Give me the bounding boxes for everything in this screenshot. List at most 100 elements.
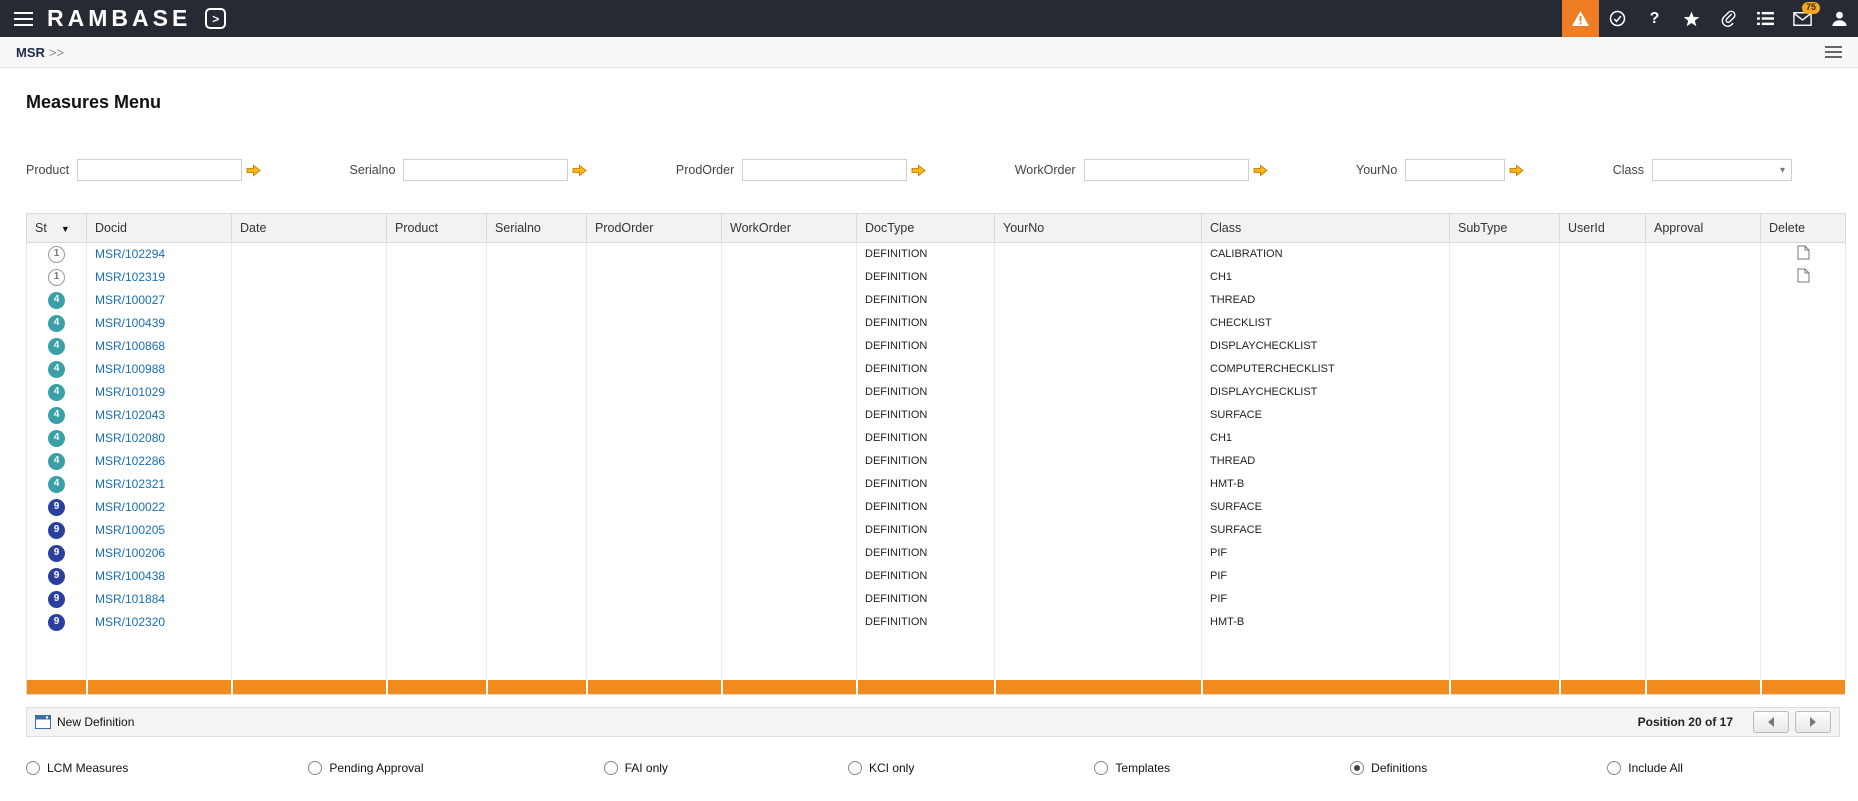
class-select[interactable]: ▾ bbox=[1652, 159, 1792, 181]
cell-date bbox=[232, 358, 387, 381]
col-header-product[interactable]: Product bbox=[387, 214, 487, 243]
cell-userid bbox=[1560, 450, 1646, 473]
filter-class: Class ▾ bbox=[1613, 159, 1792, 181]
next-page-button[interactable] bbox=[1795, 711, 1831, 733]
cell-doctype: DEFINITION bbox=[857, 335, 995, 358]
cell-workorder bbox=[722, 542, 857, 565]
new-window-icon bbox=[35, 715, 51, 729]
attachments-button[interactable] bbox=[1710, 0, 1747, 37]
view-option-include-all[interactable]: Include All bbox=[1607, 761, 1683, 775]
col-header-st[interactable]: St▼ bbox=[27, 214, 87, 243]
cell-yourno bbox=[995, 381, 1202, 404]
status-badge: 4 bbox=[48, 361, 65, 378]
filter-label: Class bbox=[1613, 163, 1644, 177]
cell-workorder bbox=[722, 266, 857, 289]
sort-desc-icon: ▼ bbox=[61, 224, 70, 234]
docid-link[interactable]: MSR/100438 bbox=[95, 569, 165, 583]
main-menu-icon[interactable] bbox=[14, 12, 33, 26]
status-badge: 4 bbox=[48, 315, 65, 332]
profile-button[interactable] bbox=[1821, 0, 1858, 37]
cell-prodorder bbox=[587, 404, 722, 427]
view-option-definitions[interactable]: Definitions bbox=[1350, 761, 1427, 775]
cell-product bbox=[387, 542, 487, 565]
delete-document-icon[interactable] bbox=[1797, 268, 1810, 283]
docid-link[interactable]: MSR/101884 bbox=[95, 592, 165, 606]
docid-link[interactable]: MSR/102319 bbox=[95, 270, 165, 284]
docid-link[interactable]: MSR/102320 bbox=[95, 615, 165, 629]
table-footer-bar: New Definition Position 20 of 17 bbox=[26, 707, 1840, 737]
cell-product bbox=[387, 335, 487, 358]
view-option-lcm-measures[interactable]: LCM Measures bbox=[26, 761, 128, 775]
cell-product bbox=[387, 381, 487, 404]
col-header-workorder[interactable]: WorkOrder bbox=[722, 214, 857, 243]
filter-go-arrow-icon[interactable] bbox=[572, 164, 587, 177]
menu-list-button[interactable] bbox=[1747, 0, 1784, 37]
cell-yourno bbox=[995, 335, 1202, 358]
prev-page-button[interactable] bbox=[1753, 711, 1789, 733]
col-header-date[interactable]: Date bbox=[232, 214, 387, 243]
rambase-logo[interactable]: RAMBASE bbox=[47, 5, 191, 32]
col-header-doctype[interactable]: DocType bbox=[857, 214, 995, 243]
col-header-serialno[interactable]: Serialno bbox=[487, 214, 587, 243]
cell-doctype: DEFINITION bbox=[857, 519, 995, 542]
help-button[interactable]: ? bbox=[1636, 0, 1673, 37]
filter-go-arrow-icon[interactable] bbox=[1509, 164, 1524, 177]
view-option-pending-approval[interactable]: Pending Approval bbox=[308, 761, 423, 775]
col-header-class[interactable]: Class bbox=[1202, 214, 1450, 243]
docid-link[interactable]: MSR/100022 bbox=[95, 500, 165, 514]
cell-class: THREAD bbox=[1202, 289, 1450, 312]
cell-subtype bbox=[1450, 565, 1560, 588]
inbox-button[interactable]: 75 bbox=[1784, 0, 1821, 37]
col-header-approval[interactable]: Approval bbox=[1646, 214, 1761, 243]
filter-go-arrow-icon[interactable] bbox=[911, 164, 926, 177]
view-option-fai-only[interactable]: FAI only bbox=[604, 761, 668, 775]
view-option-kci-only[interactable]: KCI only bbox=[848, 761, 914, 775]
filter-serialno-input[interactable] bbox=[403, 159, 568, 181]
col-header-yourno[interactable]: YourNo bbox=[995, 214, 1202, 243]
docid-link[interactable]: MSR/100027 bbox=[95, 293, 165, 307]
favorites-button[interactable] bbox=[1673, 0, 1710, 37]
new-definition-button[interactable]: New Definition bbox=[35, 715, 134, 729]
docid-link[interactable]: MSR/102294 bbox=[95, 247, 165, 261]
filter-go-arrow-icon[interactable] bbox=[1253, 164, 1268, 177]
docid-link[interactable]: MSR/100988 bbox=[95, 362, 165, 376]
filter-workorder-input[interactable] bbox=[1084, 159, 1249, 181]
docid-link[interactable]: MSR/100205 bbox=[95, 523, 165, 537]
filter-product-input[interactable] bbox=[77, 159, 242, 181]
col-header-delete[interactable]: Delete bbox=[1761, 214, 1846, 243]
cell-yourno bbox=[995, 496, 1202, 519]
filter-yourno-input[interactable] bbox=[1405, 159, 1505, 181]
docid-link[interactable]: MSR/100206 bbox=[95, 546, 165, 560]
cell-doctype: DEFINITION bbox=[857, 611, 995, 634]
table-row: 9MSR/101884DEFINITIONPIF bbox=[27, 588, 1846, 611]
alert-button[interactable] bbox=[1562, 0, 1599, 37]
cell-approval bbox=[1646, 289, 1761, 312]
docid-link[interactable]: MSR/100439 bbox=[95, 316, 165, 330]
table-row: 4MSR/100439DEFINITIONCHECKLIST bbox=[27, 312, 1846, 335]
check-circle-icon bbox=[1609, 10, 1626, 27]
delete-document-icon[interactable] bbox=[1797, 245, 1810, 260]
docid-link[interactable]: MSR/102080 bbox=[95, 431, 165, 445]
col-header-docid[interactable]: Docid bbox=[87, 214, 232, 243]
filter-go-arrow-icon[interactable] bbox=[246, 164, 261, 177]
docid-link[interactable]: MSR/101029 bbox=[95, 385, 165, 399]
cell-userid bbox=[1560, 588, 1646, 611]
cell-approval bbox=[1646, 404, 1761, 427]
view-option-templates[interactable]: Templates bbox=[1094, 761, 1170, 775]
docid-link[interactable]: MSR/100868 bbox=[95, 339, 165, 353]
context-menu-icon[interactable] bbox=[1825, 46, 1842, 58]
col-header-userid[interactable]: UserId bbox=[1560, 214, 1646, 243]
logo-chevron-button[interactable]: > bbox=[205, 8, 226, 29]
docid-link[interactable]: MSR/102043 bbox=[95, 408, 165, 422]
breadcrumb-msr-link[interactable]: MSR bbox=[16, 45, 45, 60]
docid-link[interactable]: MSR/102286 bbox=[95, 454, 165, 468]
cell-subtype bbox=[1450, 542, 1560, 565]
cell-subtype bbox=[1450, 358, 1560, 381]
docid-link[interactable]: MSR/102321 bbox=[95, 477, 165, 491]
col-header-prodorder[interactable]: ProdOrder bbox=[587, 214, 722, 243]
cell-workorder bbox=[722, 358, 857, 381]
verify-button[interactable] bbox=[1599, 0, 1636, 37]
table-row: 9MSR/102320DEFINITIONHMT-B bbox=[27, 611, 1846, 634]
filter-prodorder-input[interactable] bbox=[742, 159, 907, 181]
col-header-subtype[interactable]: SubType bbox=[1450, 214, 1560, 243]
